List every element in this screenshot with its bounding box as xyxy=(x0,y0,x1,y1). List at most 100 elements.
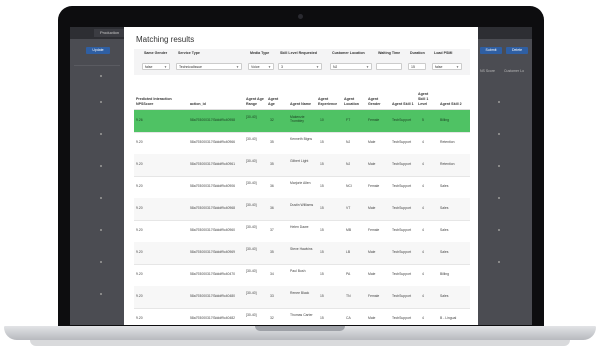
table-row[interactable]: 9.20 58a793000317f3dddf9c40968 [30-40] 36 Du… xyxy=(134,198,470,221)
table-cell-range: [30-40] xyxy=(246,313,257,317)
screen: Production Update Submit Delete NS Score… xyxy=(70,27,532,325)
divider xyxy=(74,65,120,66)
service-type-select[interactable]: TechnicalIssue ▼ xyxy=(176,63,242,70)
table-cell-skill1: TechSupport xyxy=(392,184,412,188)
table-row[interactable]: 9.26 58a793000317f3dddf9c40958 [30-40] 32 Ma… xyxy=(134,110,470,133)
media-type-select[interactable]: Voice ▼ xyxy=(248,63,274,70)
table-cell-exp: 15 xyxy=(320,272,324,276)
table-row[interactable]: 9.20 58a793000317f3dddf9c40969 [30-40] 35 St… xyxy=(134,242,470,265)
column-header[interactable]: Agent Skill 2 xyxy=(440,102,468,107)
column-header[interactable]: action_id xyxy=(190,102,240,107)
table-cell-gender: Female xyxy=(368,228,380,232)
filter-label-media-type: Media Type xyxy=(250,51,270,55)
column-header[interactable]: Agent Gender xyxy=(368,97,388,107)
column-header[interactable]: Agent Location xyxy=(344,97,364,107)
table-cell-range: [30-40] xyxy=(246,269,257,273)
table-cell-loc: LB xyxy=(346,250,351,254)
table-cell-level: 4 xyxy=(422,250,424,254)
background-right-panel: Submit Delete NS Score Customer Lo xyxy=(478,41,532,325)
bullet xyxy=(498,101,500,103)
table-row[interactable]: 9.20 58a793000317f3dddf9c40470 [30-40] 34 Pa… xyxy=(134,264,470,287)
chevron-down-icon: ▼ xyxy=(236,65,239,69)
table-cell-skill1: TechSupport xyxy=(392,228,412,232)
submit-button[interactable]: Submit xyxy=(480,47,502,54)
table-row[interactable]: 9.20 58a793000317f3dddf9c40482 [30-40] 32 Th… xyxy=(134,308,470,325)
table-cell-skill2: Sales xyxy=(440,250,449,254)
camera-icon xyxy=(298,14,303,19)
table-cell-skill2: Retention xyxy=(440,140,455,144)
table-cell-name: Makenzie Trombley xyxy=(290,115,305,123)
table-cell-id: 58a793000317f3dddf9c40958 xyxy=(190,118,236,122)
table-cell-score: 9.20 xyxy=(136,250,143,254)
table-cell-gender: Female xyxy=(368,294,380,298)
select-value: TechnicalIssue xyxy=(179,65,202,69)
table-cell-level: 4 xyxy=(422,228,424,232)
table-cell-loc: VT xyxy=(346,206,351,210)
chevron-down-icon: ▼ xyxy=(164,65,167,69)
table-cell-gender: Female xyxy=(368,184,380,188)
table-row[interactable]: 9.20 58a793000317f3dddf9c40960 [30-40] 37 He… xyxy=(134,220,470,243)
matching-results-modal: Matching results Same Gender false ▼ Serv… xyxy=(124,27,478,325)
bullet xyxy=(100,261,102,263)
skill-level-select[interactable]: 3 ▼ xyxy=(278,63,322,70)
table-row[interactable]: 9.20 58a793000317f3dddf9c40966 [30-40] 35 Ke… xyxy=(134,132,470,155)
customer-location-select[interactable]: NJ ▼ xyxy=(330,63,372,70)
input-value: 15 xyxy=(411,65,415,69)
table-cell-gender: Male xyxy=(368,162,376,166)
column-header[interactable]: Agent Name xyxy=(290,102,316,107)
table-cell-loc: NJ xyxy=(346,162,351,166)
waiting-time-input[interactable] xyxy=(376,63,402,70)
table-cell-loc: MB xyxy=(346,228,352,232)
table-cell-skill1: TechSupport xyxy=(392,316,412,320)
select-value: Voice xyxy=(251,65,260,69)
column-header[interactable]: Predicted Interaction NPSScore xyxy=(136,97,186,107)
table-cell-name: Paul Bush xyxy=(290,269,306,273)
bullet xyxy=(100,293,102,295)
table-cell-loc: TN xyxy=(346,294,351,298)
table-cell-gender: Male xyxy=(368,316,376,320)
duration-input[interactable]: 15 xyxy=(408,63,426,70)
column-header[interactable]: Agent Age Range xyxy=(246,97,264,107)
table-cell-name: Dustin Williams xyxy=(290,203,314,207)
table-cell-gender: Male xyxy=(368,272,376,276)
column-header[interactable]: Agent Age xyxy=(268,97,284,107)
table-cell-level: 4 xyxy=(422,272,424,276)
laptop-notch xyxy=(255,326,345,331)
select-value: NJ xyxy=(333,65,338,69)
table-cell-score: 9.20 xyxy=(136,140,143,144)
table-cell-name: Thomas Carter xyxy=(290,313,313,317)
column-header[interactable]: Agent Experience xyxy=(318,97,342,107)
filter-bar: Same Gender false ▼ Service Type Technica… xyxy=(134,49,470,75)
table-cell-id: 58a793000317f3dddf9c40969 xyxy=(190,250,236,254)
bullet xyxy=(100,165,102,167)
table-row[interactable]: 9.20 58a793000317f3dddf9c40480 [30-40] 33 Re… xyxy=(134,286,470,309)
table-cell-gender: Male xyxy=(368,140,376,144)
background-tab[interactable]: Production xyxy=(94,29,126,37)
table-row[interactable]: 9.20 58a793000317f3dddf9c40961 [30-40] 35 Gi… xyxy=(134,154,470,177)
table-cell-age: 35 xyxy=(270,162,274,166)
table-row[interactable]: 9.20 58a793000317f3dddf9c40906 [30-40] 36 Ma… xyxy=(134,176,470,199)
filter-label-skill-level: Skill Level Requested xyxy=(280,51,317,55)
table-cell-range: [30-40] xyxy=(246,137,257,141)
table-cell-id: 58a793000317f3dddf9c40966 xyxy=(190,140,236,144)
table-cell-exp: 15 xyxy=(320,140,324,144)
table-cell-level: 4 xyxy=(422,184,424,188)
table-cell-skill2: B - Lingual xyxy=(440,316,457,320)
update-button[interactable]: Update xyxy=(86,47,110,54)
table-cell-skill2: Billing xyxy=(440,118,450,122)
column-header[interactable]: Agent Skill 1 xyxy=(392,102,416,107)
select-value: false xyxy=(145,65,153,69)
table-cell-score: 9.20 xyxy=(136,294,143,298)
same-gender-select[interactable]: false ▼ xyxy=(142,63,170,70)
load-psmi-select[interactable]: false ▼ xyxy=(432,63,462,70)
table-cell-level: 4 xyxy=(422,294,424,298)
table-cell-range: [30-40] xyxy=(246,203,257,207)
table-cell-level: 5 xyxy=(422,118,424,122)
column-header[interactable]: Agent Skill 1 Level xyxy=(418,92,432,107)
table-cell-level: 4 xyxy=(422,206,424,210)
table-cell-level: 4 xyxy=(422,316,424,320)
table-cell-skill1: TechSupport xyxy=(392,118,412,122)
delete-button[interactable]: Delete xyxy=(506,47,528,54)
table-cell-name: Marjorie Allen xyxy=(290,181,311,185)
bullet xyxy=(498,165,500,167)
